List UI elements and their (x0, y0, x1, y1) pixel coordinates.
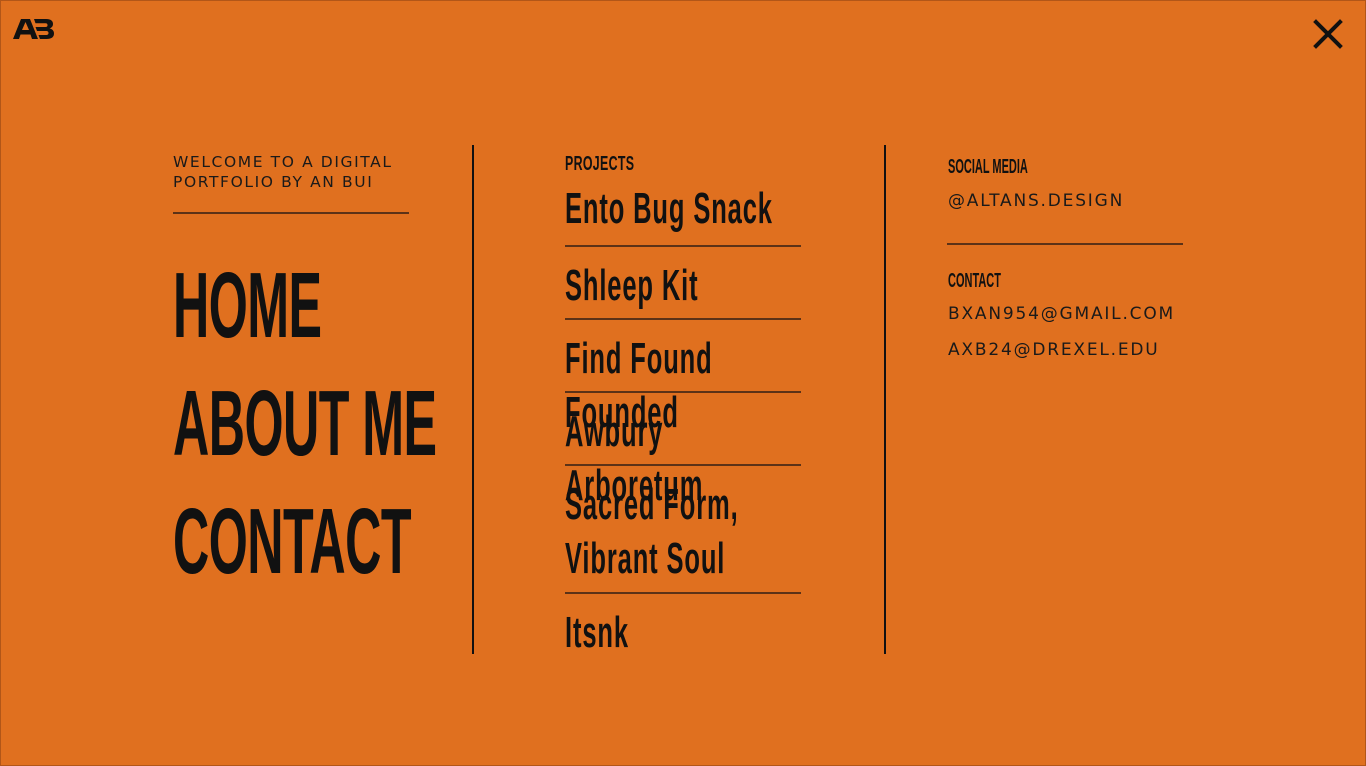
project-label: Sacred Form, Vibrant Soul (565, 480, 739, 583)
contact-block: CONTACT BXAN954@GMAIL.COM AXB24@DREXEL.E… (948, 269, 1184, 361)
contact-heading: CONTACT (948, 270, 1001, 292)
welcome-text: WELCOME TO A DIGITAL PORTFOLIO BY AN BUI (173, 152, 409, 192)
close-icon (1313, 19, 1343, 49)
column-divider-left (472, 145, 474, 654)
logo-svg (13, 19, 54, 39)
project-link-itsnk[interactable]: Itsnk (565, 594, 801, 664)
email-link-drexel[interactable]: AXB24@DREXEL.EDU (948, 339, 1184, 361)
projects-heading: PROJECTS (565, 153, 635, 175)
project-link-ento-bug-snack[interactable]: Ento Bug Snack (565, 176, 801, 247)
welcome-line-2: PORTFOLIO BY AN BUI (173, 173, 374, 191)
ab-logo-icon[interactable] (13, 18, 55, 40)
column-divider-right (884, 145, 886, 654)
intro-divider (173, 212, 409, 214)
social-contact-column: SOCIAL MEDIA @ALTANS.DESIGN CONTACT BXAN… (947, 155, 1184, 361)
social-media-heading: SOCIAL MEDIA (948, 156, 1028, 178)
welcome-line-1: WELCOME TO A DIGITAL (173, 153, 393, 171)
main-nav: HOME ABOUT ME CONTACT (173, 246, 437, 600)
intro-column: WELCOME TO A DIGITAL PORTFOLIO BY AN BUI… (173, 152, 437, 600)
nav-home-link[interactable]: HOME (173, 246, 322, 364)
project-link-shleep-kit[interactable]: Shleep Kit (565, 247, 801, 320)
project-label: Itsnk (565, 608, 629, 657)
project-label: Ento Bug Snack (565, 184, 773, 233)
project-link-sacred-form-vibrant-soul[interactable]: Sacred Form, Vibrant Soul (565, 466, 801, 594)
email-link-gmail[interactable]: BXAN954@GMAIL.COM (948, 303, 1184, 325)
nav-contact-link[interactable]: CONTACT (173, 482, 412, 600)
instagram-handle-link[interactable]: @ALTANS.DESIGN (948, 190, 1184, 212)
projects-column: PROJECTS Ento Bug Snack Shleep Kit Find … (565, 152, 801, 664)
nav-about-me-link[interactable]: ABOUT ME (173, 364, 437, 482)
close-menu-button[interactable] (1312, 18, 1344, 50)
social-divider (947, 243, 1183, 245)
project-link-find-found-founded[interactable]: Find Found Founded (565, 320, 801, 437)
project-label: Shleep Kit (565, 261, 699, 310)
